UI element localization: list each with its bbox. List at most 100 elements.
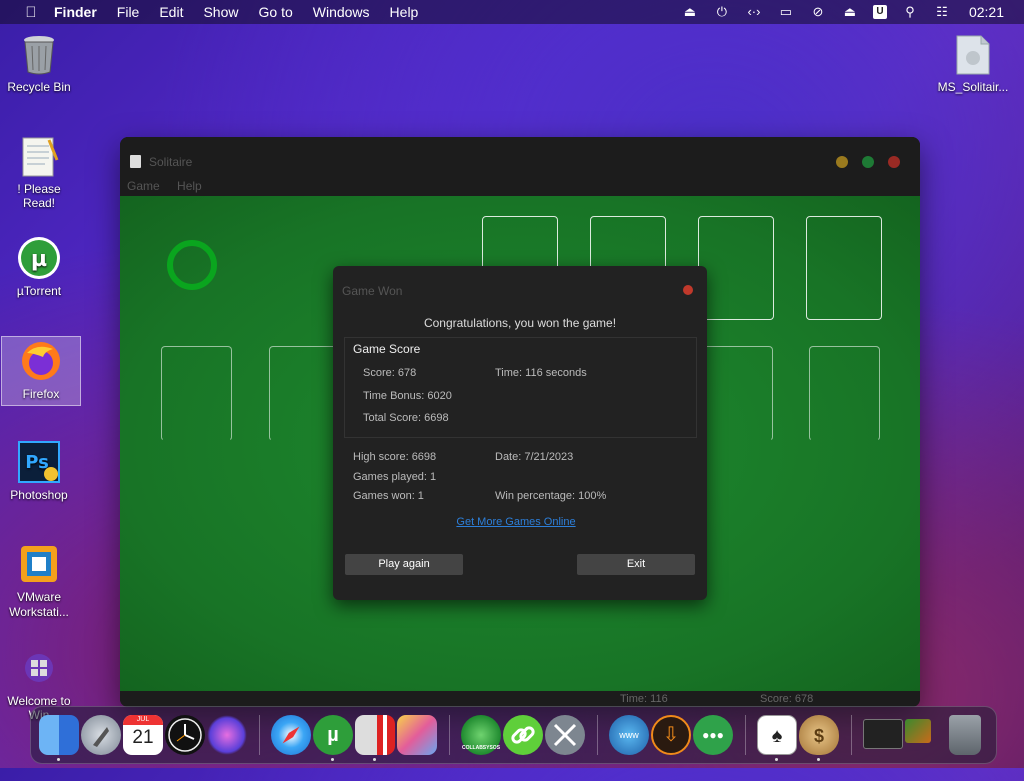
running-indicator: [331, 758, 334, 761]
display-icon[interactable]: ▭: [777, 4, 795, 20]
menu-app-name[interactable]: Finder: [54, 4, 97, 20]
user-icon[interactable]: U: [872, 5, 887, 19]
desktop-icon-ms-solitaire[interactable]: MS_Solitair...: [934, 32, 1012, 94]
parallels-icon[interactable]: [355, 715, 395, 755]
tableau-slot[interactable]: [269, 346, 340, 441]
desktop-icon-firefox[interactable]: Firefox: [1, 336, 81, 406]
eject-icon[interactable]: ⏏: [841, 4, 859, 20]
window-menu: Game Help: [127, 179, 216, 193]
drops-icon[interactable]: ●●●: [693, 715, 733, 755]
menu-game[interactable]: Game: [127, 179, 160, 193]
maximize-button[interactable]: [862, 156, 874, 168]
minimize-button[interactable]: [836, 156, 848, 168]
get-more-games-link[interactable]: Get More Games Online: [333, 516, 699, 528]
utorrent-icon[interactable]: µ: [313, 715, 353, 755]
desktop-icon-photoshop[interactable]: Ps Photoshop: [0, 440, 78, 502]
game-score-heading: Game Score: [353, 342, 421, 356]
foundation-slot[interactable]: [698, 216, 774, 320]
control-center-icon[interactable]: ☷: [933, 4, 951, 20]
play-again-button[interactable]: Play again: [345, 554, 463, 575]
game-status-bar: Time: 116 Score: 678: [120, 691, 920, 707]
tools-icon[interactable]: [545, 715, 585, 755]
mute-icon[interactable]: ⊘: [809, 4, 827, 20]
link-icon[interactable]: [503, 715, 543, 755]
menu-show[interactable]: Show: [203, 4, 238, 20]
collabsysos-icon[interactable]: COLLABSYSOS: [461, 715, 501, 755]
desktop-icon-label: Recycle Bin: [7, 80, 71, 94]
photoshop-icon: Ps: [17, 440, 61, 484]
siri-icon[interactable]: [207, 715, 247, 755]
desktop-icon-label: Firefox: [22, 387, 60, 401]
games-won-value: Games won: 1: [353, 490, 424, 502]
terminal-icon[interactable]: [863, 719, 903, 749]
running-indicator: [817, 758, 820, 761]
time-bonus-value: Time Bonus: 6020: [363, 390, 452, 402]
window-titlebar[interactable]: Solitaire Game Help: [120, 137, 920, 193]
desktop-icon-utorrent[interactable]: µ µTorrent: [0, 236, 78, 298]
win-percentage-value: Win percentage: 100%: [495, 490, 607, 502]
preview-icon[interactable]: [397, 715, 437, 755]
game-won-dialog: Game Won Congratulations, you won the ga…: [333, 266, 707, 600]
folder-icon: [951, 32, 995, 76]
close-button[interactable]: [888, 156, 900, 168]
eject-icon[interactable]: ⏏: [681, 4, 699, 20]
dock-separator: [851, 715, 852, 755]
calendar-icon[interactable]: JUL 21: [123, 715, 163, 755]
score-value: Score: 678: [363, 367, 417, 379]
foundation-slot[interactable]: [806, 216, 882, 320]
menu-go-to[interactable]: Go to: [259, 4, 293, 20]
apple-menu-icon[interactable]: : [22, 4, 40, 21]
dock-separator: [597, 715, 598, 755]
trash-icon[interactable]: [949, 715, 981, 755]
finder-icon[interactable]: [39, 715, 79, 755]
desktop-icon-label: ! Please Read!: [17, 182, 61, 210]
money-bag-icon[interactable]: $: [799, 715, 839, 755]
download-icon[interactable]: ⇩: [651, 715, 691, 755]
time-value: Time: 116 seconds: [495, 367, 587, 379]
high-score-value: High score: 6698: [353, 451, 437, 463]
tableau-slot[interactable]: [809, 346, 880, 441]
status-time: Time: 116: [620, 693, 668, 705]
solitaire-icon[interactable]: ♠: [757, 715, 797, 755]
dialog-title: Game Won: [342, 284, 403, 298]
vmware-icon: [17, 542, 61, 586]
solitaire-app-icon: [130, 155, 141, 168]
safari-icon[interactable]: [271, 715, 311, 755]
desktop-icon-label: µTorrent: [16, 284, 62, 298]
desktop-icon-recycle-bin[interactable]: Recycle Bin: [0, 32, 78, 94]
stock-reset-icon[interactable]: [167, 240, 217, 290]
desktop-icon-label: Photoshop: [10, 488, 68, 502]
utorrent-icon: µ: [17, 236, 61, 280]
menu-windows[interactable]: Windows: [313, 4, 370, 20]
clock[interactable]: 02:21: [969, 4, 1004, 20]
recycle-bin-icon: [17, 32, 61, 76]
search-icon[interactable]: ⚲: [901, 4, 919, 20]
exit-button[interactable]: Exit: [577, 554, 695, 575]
menu-help-solitaire[interactable]: Help: [177, 179, 202, 193]
window-title: Solitaire: [149, 155, 193, 169]
running-indicator: [57, 758, 60, 761]
tableau-slot[interactable]: [161, 346, 232, 441]
date-value: Date: 7/21/2023: [495, 451, 574, 463]
menu-file[interactable]: File: [117, 4, 140, 20]
status-area: ⏏ ⏻ ‹·› ▭ ⊘ ⏏ U ⚲ ☷ 02:21: [681, 0, 1004, 24]
desktop-icon-label: VMware Workstati...: [9, 590, 69, 619]
tableau-slot[interactable]: [702, 346, 773, 441]
menu-edit[interactable]: Edit: [159, 4, 183, 20]
windows-icon: [17, 646, 61, 690]
code-icon[interactable]: ‹·›: [745, 4, 763, 20]
desktop-icon-vmware[interactable]: VMware Workstati...: [0, 542, 78, 620]
svg-text:Ps: Ps: [25, 452, 49, 473]
dialog-close-button[interactable]: [683, 285, 693, 295]
total-score-value: Total Score: 6698: [363, 412, 449, 424]
network-icon[interactable]: www: [609, 715, 649, 755]
window-controls: [836, 156, 900, 168]
power-icon[interactable]: ⏻: [713, 4, 731, 20]
menu-help[interactable]: Help: [390, 4, 419, 20]
launchpad-icon[interactable]: [81, 715, 121, 755]
desktop-icon-please-read[interactable]: ! Please Read!: [0, 134, 78, 210]
thumbnail-icon[interactable]: [905, 719, 931, 743]
menu-bar:  Finder File Edit Show Go to Windows He…: [0, 0, 1024, 24]
clock-icon[interactable]: [165, 715, 205, 755]
dock-separator: [449, 715, 450, 755]
